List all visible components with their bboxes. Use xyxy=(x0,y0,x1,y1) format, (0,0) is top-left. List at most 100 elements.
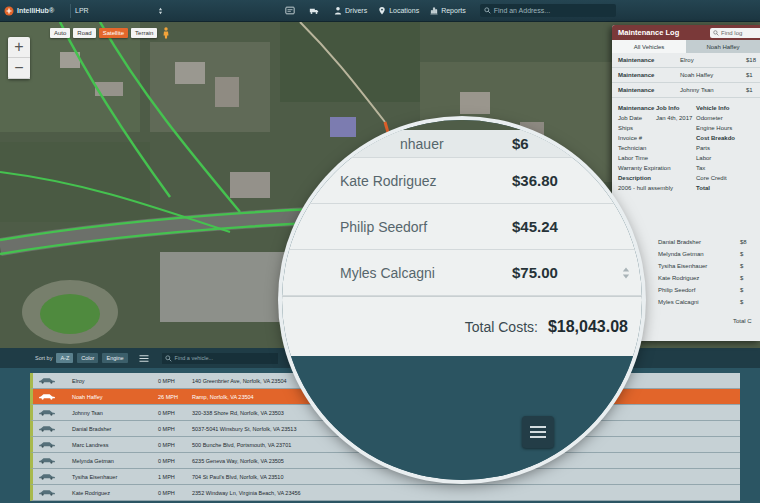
vehicle-name: Melynda Getman xyxy=(72,458,158,464)
description-text: 2006 - hull assembly xyxy=(618,183,694,193)
vehicle-info: Vehicle Info OdometerEngine Hours Cost B… xyxy=(696,103,760,193)
vehicle-row[interactable]: Tysiha Eisenhauer 1 MPH 704 St Paul's Bl… xyxy=(30,469,740,485)
map-type-button[interactable]: Auto xyxy=(50,28,70,38)
job-field: Labor Time xyxy=(618,153,694,163)
maintenance-log-header: Maintenance Log Find log xyxy=(612,25,760,40)
driver-name: Tysiha Eisenhauer xyxy=(658,263,740,269)
main-nav: Drivers Locations Reports xyxy=(285,6,466,15)
total-costs-value: $18,043.08 xyxy=(548,318,628,336)
map-type-button[interactable]: Road xyxy=(73,28,95,38)
log-details: Maintenance Job Info Job Date Jan 4th, 2… xyxy=(612,98,760,193)
vehicle-speed: 0 MPH xyxy=(158,378,192,384)
log-entry[interactable]: Maintenance Noah Haffey $1 xyxy=(612,68,760,83)
vehicle-field: Engine Hours xyxy=(696,123,760,133)
job-info: Maintenance Job Info Job Date Jan 4th, 2… xyxy=(618,103,694,193)
map-type-switcher: AutoRoad SatelliteTerrain xyxy=(50,27,170,39)
car-icon xyxy=(38,409,56,416)
vehicle-speed: 0 MPH xyxy=(158,442,192,448)
nav-item[interactable]: Drivers xyxy=(333,6,367,15)
entry-type: Maintenance xyxy=(618,87,680,93)
driver-cost-row[interactable]: Danial Bradsher $8 xyxy=(612,236,760,248)
total-costs-label: Total Costs: xyxy=(465,319,538,335)
car-icon xyxy=(38,457,56,464)
vehicle-name: Tysiha Eisenhauer xyxy=(72,474,158,480)
job-field: Job Date Jan 4th, 2017 xyxy=(618,113,694,123)
map-pin-icon xyxy=(377,6,387,15)
entry-type: Maintenance xyxy=(618,57,680,63)
sort-button[interactable]: Color xyxy=(77,353,98,363)
job-info-title: Maintenance Job Info xyxy=(618,103,694,113)
magnified-driver-name: Philip Seedorf xyxy=(340,219,512,235)
magnified-cost-row[interactable]: Myles Calcagni $75.00 xyxy=(282,250,642,296)
car-icon xyxy=(38,393,56,400)
driver-icon xyxy=(333,6,343,15)
list-icon xyxy=(138,354,150,363)
cost-breakdown-title: Cost Breakdo xyxy=(696,133,760,143)
document-icon xyxy=(285,6,295,15)
magnified-driver-name: Myles Calcagni xyxy=(340,265,512,281)
nav-item[interactable]: Locations xyxy=(377,6,419,15)
car-icon xyxy=(38,473,56,480)
zoom-button[interactable]: − xyxy=(8,58,30,79)
driver-cost: $ xyxy=(740,275,760,281)
log-tab[interactable]: All Vehicles xyxy=(612,40,686,53)
map-type-button[interactable]: Satellite xyxy=(99,28,128,38)
search-icon xyxy=(713,30,719,36)
log-entry[interactable]: Maintenance Elroy $18 xyxy=(612,53,760,68)
zoom-button[interactable]: + xyxy=(8,37,30,58)
brand-logo[interactable]: IntelliHub® xyxy=(4,6,62,16)
driver-cost: $8 xyxy=(740,239,760,245)
scroll-arrows-icon[interactable] xyxy=(622,265,630,281)
address-search-field[interactable]: Find an Address... xyxy=(480,4,616,17)
log-tab[interactable]: Noah Haffey xyxy=(686,40,760,53)
car-icon xyxy=(38,377,56,384)
vehicle-speed: 0 MPH xyxy=(158,426,192,432)
hamburger-menu-icon xyxy=(529,425,547,439)
driver-cost: $ xyxy=(740,263,760,269)
job-field-value: Jan 4th, 2017 xyxy=(656,113,692,123)
entry-type: Maintenance xyxy=(618,72,680,78)
maintenance-log-title: Maintenance Log xyxy=(618,28,679,37)
entry-vehicle: Noah Haffey xyxy=(680,72,746,78)
bar-chart-icon xyxy=(429,6,439,15)
sort-button[interactable]: A-Z xyxy=(56,353,73,363)
app-window: IntelliHub® LPR Drivers Locations Report… xyxy=(0,0,760,503)
messages-button[interactable] xyxy=(285,6,299,15)
driver-name: Melynda Getman xyxy=(658,251,740,257)
vehicle-info-title: Vehicle Info xyxy=(696,103,760,113)
brand-name: IntelliHub® xyxy=(17,7,54,14)
log-entry[interactable]: Maintenance Johnny Tsan $1 xyxy=(612,83,760,98)
magnified-cost-row[interactable]: Philip Seedorf $45.24 xyxy=(282,204,642,250)
job-field: Technician xyxy=(618,143,694,153)
cost-field: Labor xyxy=(696,153,760,163)
menu-button[interactable] xyxy=(522,416,554,448)
magnified-driver-cost: $45.24 xyxy=(512,218,622,235)
vehicles-button[interactable] xyxy=(309,6,323,15)
vehicle-speed: 1 MPH xyxy=(158,474,192,480)
vehicle-search-placeholder: Find a vehicle... xyxy=(175,355,214,361)
job-field: Invoice # xyxy=(618,133,694,143)
up-down-caret-icon xyxy=(158,7,163,15)
car-icon xyxy=(38,441,56,448)
cost-field: Tax xyxy=(696,163,760,173)
sort-button[interactable]: Engine xyxy=(102,353,127,363)
job-field: Ships xyxy=(618,123,694,133)
description-label: Description xyxy=(618,173,694,183)
vehicle-row[interactable]: Kate Rodriguez 0 MPH 2352 Windway Ln, Vi… xyxy=(30,485,740,501)
vehicle-name: Kate Rodriguez xyxy=(72,490,158,496)
magnified-driver-name: Kate Rodriguez xyxy=(340,173,512,189)
account-select[interactable]: LPR xyxy=(70,4,167,18)
search-icon xyxy=(165,355,172,362)
street-view-pegman-icon[interactable] xyxy=(162,27,170,39)
vehicle-address: 2352 Windway Ln, Virginia Beach, VA 2345… xyxy=(192,490,740,496)
nav-item[interactable]: Reports xyxy=(429,6,466,15)
logo-icon xyxy=(4,6,14,16)
car-icon xyxy=(38,425,56,432)
map-type-button[interactable]: Terrain xyxy=(131,28,157,38)
cost-field: Core Credit xyxy=(696,173,760,183)
vehicle-search-field[interactable]: Find a vehicle... xyxy=(162,353,278,364)
nav-label: Locations xyxy=(389,7,419,14)
log-search-field[interactable]: Find log xyxy=(710,28,760,38)
log-search-placeholder: Find log xyxy=(721,30,742,36)
list-view-button[interactable] xyxy=(138,354,150,363)
